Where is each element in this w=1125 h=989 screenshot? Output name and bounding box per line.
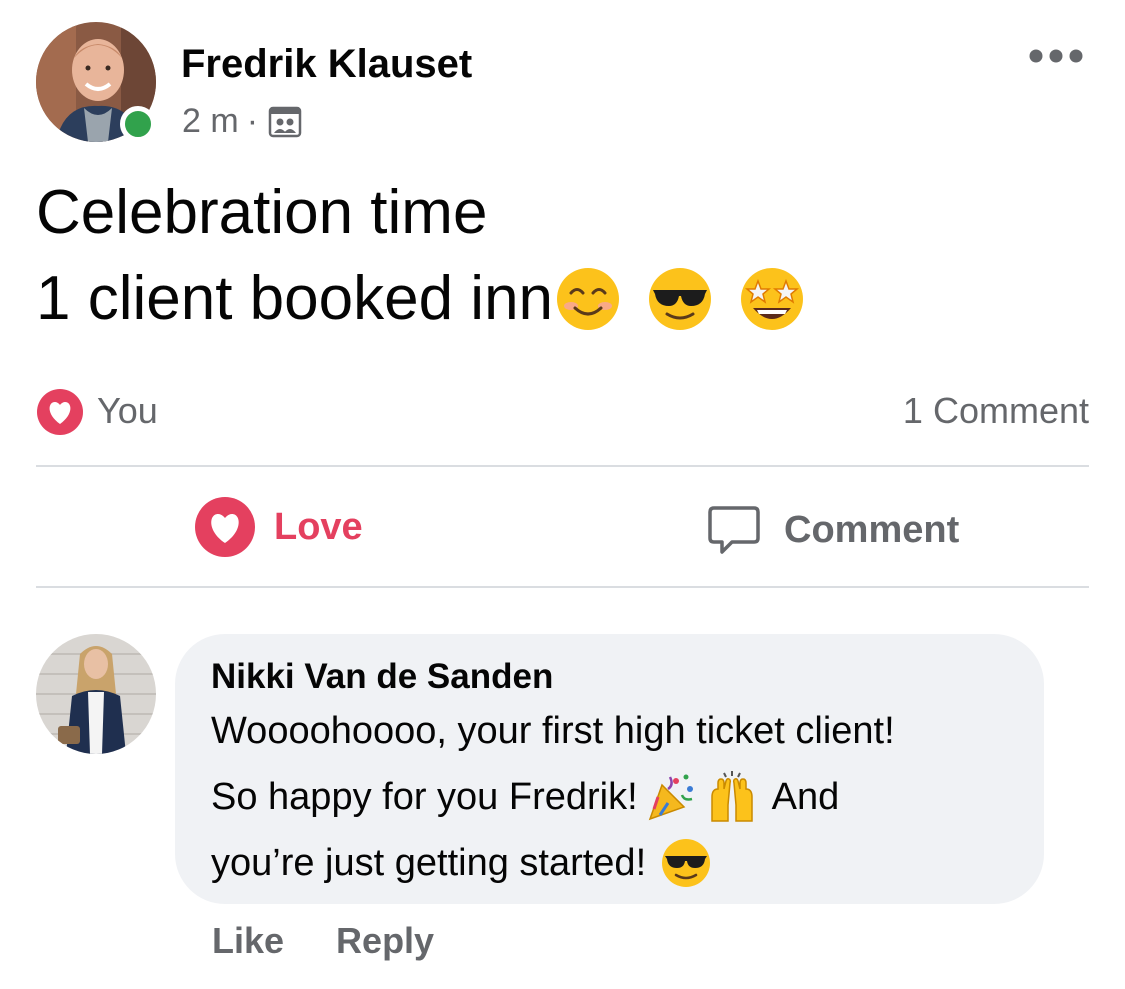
comment-bubble: Nikki Van de Sanden Woooohoooo, your fir… [175, 634, 1044, 904]
comment-text-content: you’re just getting started! [211, 842, 647, 884]
comment-text: Woooohoooo, your first high ticket clien… [211, 698, 1008, 896]
comment-button[interactable]: Comment [706, 502, 959, 558]
reaction-summary: You 1 Comment [36, 385, 1089, 435]
reaction-names[interactable]: You [97, 390, 158, 432]
more-options-icon[interactable] [1026, 46, 1086, 66]
commenter-avatar[interactable] [36, 634, 156, 754]
post-text-line: 1 client booked inn [36, 256, 805, 342]
divider [36, 465, 1089, 467]
divider [36, 586, 1089, 588]
comment-text-line: Woooohoooo, your first high ticket clien… [211, 710, 895, 752]
party-popper-icon [646, 771, 698, 823]
commenter-name[interactable]: Nikki Van de Sanden [211, 656, 1008, 698]
comment-actions: Like Reply [212, 920, 434, 962]
comment-button-label: Comment [784, 508, 960, 551]
comment-text-content: And [771, 776, 840, 818]
comment-count[interactable]: 1 Comment [903, 390, 1089, 432]
meta-separator: · [246, 102, 259, 140]
love-heart-icon [194, 496, 256, 558]
love-button-label: Love [274, 505, 363, 548]
comment-text-line: So happy for you Fredrik! And [211, 764, 1008, 830]
raising-hands-icon [706, 771, 758, 823]
post-time[interactable]: 2 m [182, 102, 239, 141]
post-text-line: Celebration time [36, 178, 488, 247]
speech-bubble-icon [706, 502, 762, 558]
comment-item: Nikki Van de Sanden Woooohoooo, your fir… [36, 634, 1096, 974]
post-header: Fredrik Klauset 2 m · [36, 22, 1096, 146]
comment-reply-button[interactable]: Reply [336, 920, 434, 962]
post-body: Celebration time 1 client booked inn [36, 170, 805, 342]
post-action-bar: Love Comment [36, 490, 1089, 570]
post-text-content: 1 client booked inn [36, 264, 554, 333]
comment-text-content: So happy for you Fredrik! [211, 776, 638, 818]
friends-group-icon[interactable] [268, 105, 302, 139]
comment-like-button[interactable]: Like [212, 920, 284, 962]
star-struck-face-icon [739, 266, 805, 332]
post-meta: 2 m · [182, 102, 302, 141]
love-button[interactable]: Love [194, 496, 363, 558]
post-author-name[interactable]: Fredrik Klauset [181, 42, 472, 87]
online-status-dot [120, 106, 156, 142]
love-reaction-icon[interactable] [36, 388, 84, 436]
sunglasses-face-icon [660, 837, 712, 889]
sunglasses-face-icon [647, 266, 713, 332]
comment-text-line: you’re just getting started! [211, 830, 1008, 896]
smiling-face-icon [555, 266, 621, 332]
